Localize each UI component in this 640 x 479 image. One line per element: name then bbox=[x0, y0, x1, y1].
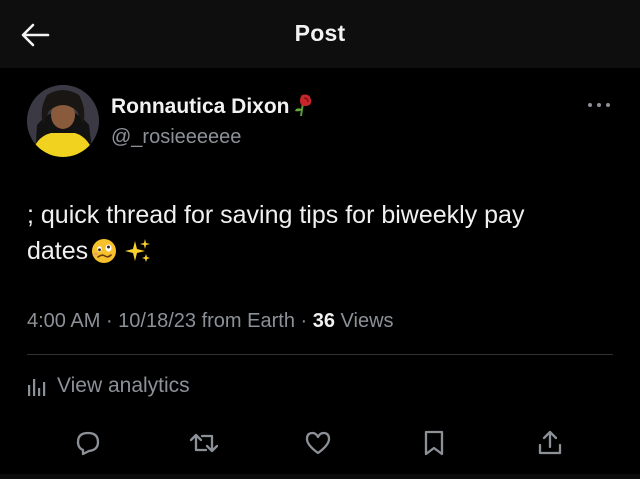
view-analytics-link[interactable]: View analytics bbox=[27, 372, 190, 400]
tweet-text-line2-wrap: dates bbox=[27, 233, 617, 274]
tweet-text-line1: ; quick thread for saving tips for biwee… bbox=[27, 201, 525, 229]
bookmark-icon bbox=[424, 430, 444, 456]
page-title: Post bbox=[294, 20, 346, 46]
divider bbox=[27, 354, 613, 355]
author-name-text: Ronnautica Dixon bbox=[111, 95, 290, 118]
top-bar: Post bbox=[0, 0, 640, 68]
like-button[interactable] bbox=[300, 425, 336, 461]
bottom-edge bbox=[0, 474, 640, 479]
meta-separator: · bbox=[100, 310, 119, 332]
like-icon bbox=[305, 431, 331, 455]
author-name[interactable]: Ronnautica Dixon bbox=[111, 93, 314, 123]
share-icon bbox=[538, 430, 562, 455]
wilted-rose-emoji bbox=[292, 93, 314, 123]
post-time[interactable]: 4:00 AM bbox=[27, 310, 100, 332]
tweet-text: ; quick thread for saving tips for biwee… bbox=[27, 197, 617, 274]
repost-icon bbox=[189, 433, 219, 453]
analytics-bars-icon bbox=[28, 379, 46, 396]
more-options-button[interactable] bbox=[584, 95, 614, 115]
views-count: 36 bbox=[312, 310, 335, 332]
author-handle[interactable]: @_rosieeeeee bbox=[111, 126, 241, 149]
face-with-uneven-eyes-emoji bbox=[91, 238, 117, 274]
post-date[interactable]: 10/18/23 bbox=[118, 310, 196, 332]
meta-separator: · bbox=[294, 310, 313, 332]
avatar[interactable] bbox=[27, 85, 99, 157]
more-dots-icon bbox=[588, 103, 610, 107]
bookmark-button[interactable] bbox=[416, 425, 452, 461]
view-analytics-label: View analytics bbox=[57, 374, 190, 397]
post-meta: 4:00 AM · 10/18/23 from Earth · 36 Views bbox=[27, 310, 394, 333]
reply-icon bbox=[76, 431, 100, 456]
reply-button[interactable] bbox=[70, 425, 106, 461]
sparkles-emoji bbox=[125, 238, 151, 274]
tweet-text-line2: dates bbox=[27, 237, 89, 265]
post-source: from Earth bbox=[196, 310, 295, 332]
share-button[interactable] bbox=[532, 425, 568, 461]
action-bar bbox=[0, 425, 640, 461]
views-label: Views bbox=[334, 310, 394, 332]
repost-button[interactable] bbox=[186, 425, 222, 461]
